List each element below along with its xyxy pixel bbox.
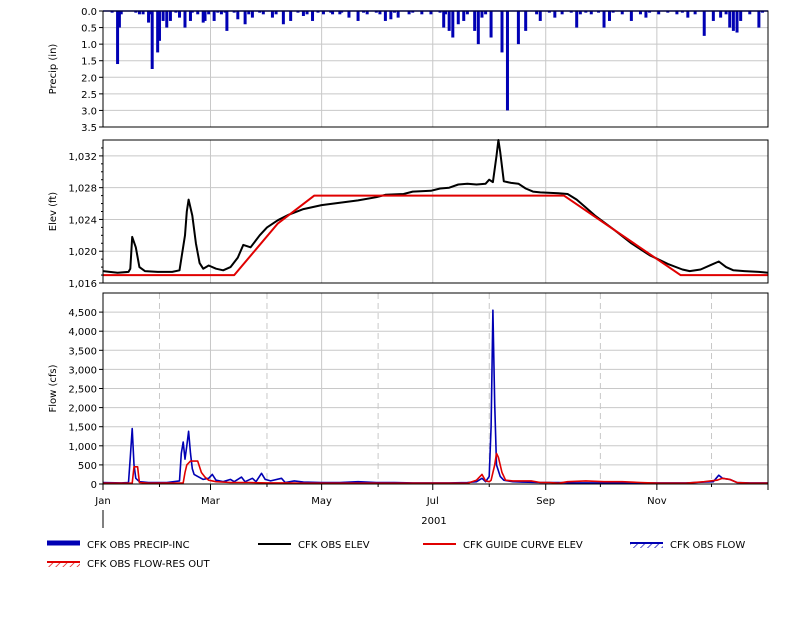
precip-bar bbox=[347, 11, 351, 18]
precip-bar bbox=[553, 11, 557, 18]
flow-ylabel: Flow (cfs) bbox=[48, 364, 59, 412]
precip-bar bbox=[719, 11, 723, 18]
precip-bar bbox=[165, 11, 169, 28]
precip-bar bbox=[383, 11, 387, 21]
precip-bar bbox=[516, 11, 520, 45]
flow-ytick-label: 0 bbox=[91, 480, 97, 491]
precip-bar bbox=[150, 11, 154, 69]
flow-ytick-label: 2,000 bbox=[68, 404, 97, 415]
flow-ytick-label: 1,000 bbox=[68, 442, 97, 453]
precip-ytick-label: 0.0 bbox=[81, 7, 97, 18]
precip-bar bbox=[157, 11, 161, 41]
hydrograph-chart: 0.0 0.5 1.0 1.5 2.0 2.5 3.0 3.5 Precip (in) 1,016… bbox=[47, 7, 769, 570]
precip-bar bbox=[168, 11, 172, 21]
precip-bar bbox=[456, 11, 460, 25]
elev-ylabel: Elev (ft) bbox=[48, 192, 59, 232]
flow-ytick-label: 2,500 bbox=[68, 385, 97, 396]
precip-ytick-label: 3.5 bbox=[81, 123, 97, 134]
precip-ylabel: Precip (in) bbox=[48, 44, 59, 95]
flow-ytick-label: 500 bbox=[78, 461, 97, 472]
precip-bar bbox=[236, 11, 240, 20]
precip-bar bbox=[686, 11, 690, 18]
legend-label-cfk-obs-flow: CFK OBS FLOW bbox=[670, 540, 745, 551]
precip-bar bbox=[243, 11, 247, 25]
flow-ytick-label: 1,500 bbox=[68, 423, 97, 434]
precip-bar bbox=[225, 11, 229, 31]
x-tick-label: Mar bbox=[201, 496, 221, 507]
precip-bar bbox=[389, 11, 393, 20]
precip-bar bbox=[161, 11, 165, 21]
flow-ytick-label: 4,000 bbox=[68, 327, 97, 338]
precip-bar bbox=[473, 11, 477, 31]
precip-ytick-label: 1.5 bbox=[81, 57, 97, 68]
x-tick-label: Jul bbox=[426, 496, 439, 507]
precip-bar bbox=[289, 11, 293, 21]
precip-bar bbox=[447, 11, 451, 31]
precip-bar bbox=[575, 11, 579, 28]
elev-ytick-label: 1,016 bbox=[68, 279, 97, 290]
precip-bar bbox=[739, 11, 743, 21]
precip-bar bbox=[212, 11, 216, 21]
precip-bar bbox=[270, 11, 274, 18]
x-tick-label: Sep bbox=[536, 496, 555, 507]
precip-panel-frame bbox=[102, 10, 769, 128]
flow-ytick-label: 3,000 bbox=[68, 365, 97, 376]
precip-ytick-label: 1.0 bbox=[81, 40, 97, 51]
x-tick-label: Nov bbox=[647, 496, 667, 507]
precip-bar bbox=[538, 11, 542, 21]
legend-label-cfk-guide-curve-elev: CFK GUIDE CURVE ELEV bbox=[463, 540, 583, 551]
precip-bar bbox=[505, 11, 509, 111]
elev-panel-frame bbox=[102, 139, 769, 284]
precip-bar bbox=[311, 11, 315, 21]
precip-bar bbox=[451, 11, 455, 38]
precip-bar bbox=[500, 11, 504, 53]
precip-ytick-label: 2.0 bbox=[81, 73, 97, 84]
precip-bar bbox=[203, 11, 207, 21]
precip-bar bbox=[644, 11, 648, 18]
precip-bar bbox=[702, 11, 706, 36]
precip-ytick-label: 3.0 bbox=[81, 106, 97, 117]
precip-bar bbox=[607, 11, 611, 21]
precip-bar bbox=[735, 11, 739, 33]
precip-bar bbox=[731, 11, 735, 31]
precip-bar bbox=[711, 11, 715, 21]
elev-ytick-label: 1,024 bbox=[68, 215, 97, 226]
precip-ytick-label: 0.5 bbox=[81, 24, 97, 35]
precip-ytick-label: 2.5 bbox=[81, 90, 97, 101]
elev-ytick-label: 1,032 bbox=[68, 152, 97, 163]
precip-bar bbox=[476, 11, 480, 45]
precip-bar bbox=[480, 11, 484, 18]
precip-bar bbox=[524, 11, 528, 31]
flow-ytick-label: 4,500 bbox=[68, 308, 97, 319]
x-year-label: 2001 bbox=[421, 516, 446, 527]
precip-bar bbox=[629, 11, 633, 21]
legend-label-cfk-obs-elev: CFK OBS ELEV bbox=[298, 540, 370, 551]
x-tick-label: Jan bbox=[94, 496, 110, 507]
precip-bar bbox=[757, 11, 761, 28]
elev-ytick-label: 1,020 bbox=[68, 247, 97, 258]
precip-bar bbox=[462, 11, 466, 21]
precip-bar bbox=[489, 11, 493, 38]
elev-ytick-label: 1,028 bbox=[68, 184, 97, 195]
precip-bar bbox=[183, 11, 187, 28]
legend-label-cfk-obs-precip-inc: CFK OBS PRECIP-INC bbox=[87, 540, 190, 551]
flow-ytick-label: 3,500 bbox=[68, 346, 97, 357]
precip-bar bbox=[178, 11, 182, 18]
precip-bar bbox=[602, 11, 606, 28]
precip-bar bbox=[728, 11, 732, 28]
precip-bar bbox=[250, 11, 254, 18]
legend-label-cfk-obs-flow-res-out: CFK OBS FLOW-RES OUT bbox=[87, 559, 210, 570]
precip-bar bbox=[396, 11, 400, 18]
x-tick-label: May bbox=[311, 496, 332, 507]
precip-bar bbox=[356, 11, 360, 21]
precip-bar bbox=[281, 11, 285, 25]
